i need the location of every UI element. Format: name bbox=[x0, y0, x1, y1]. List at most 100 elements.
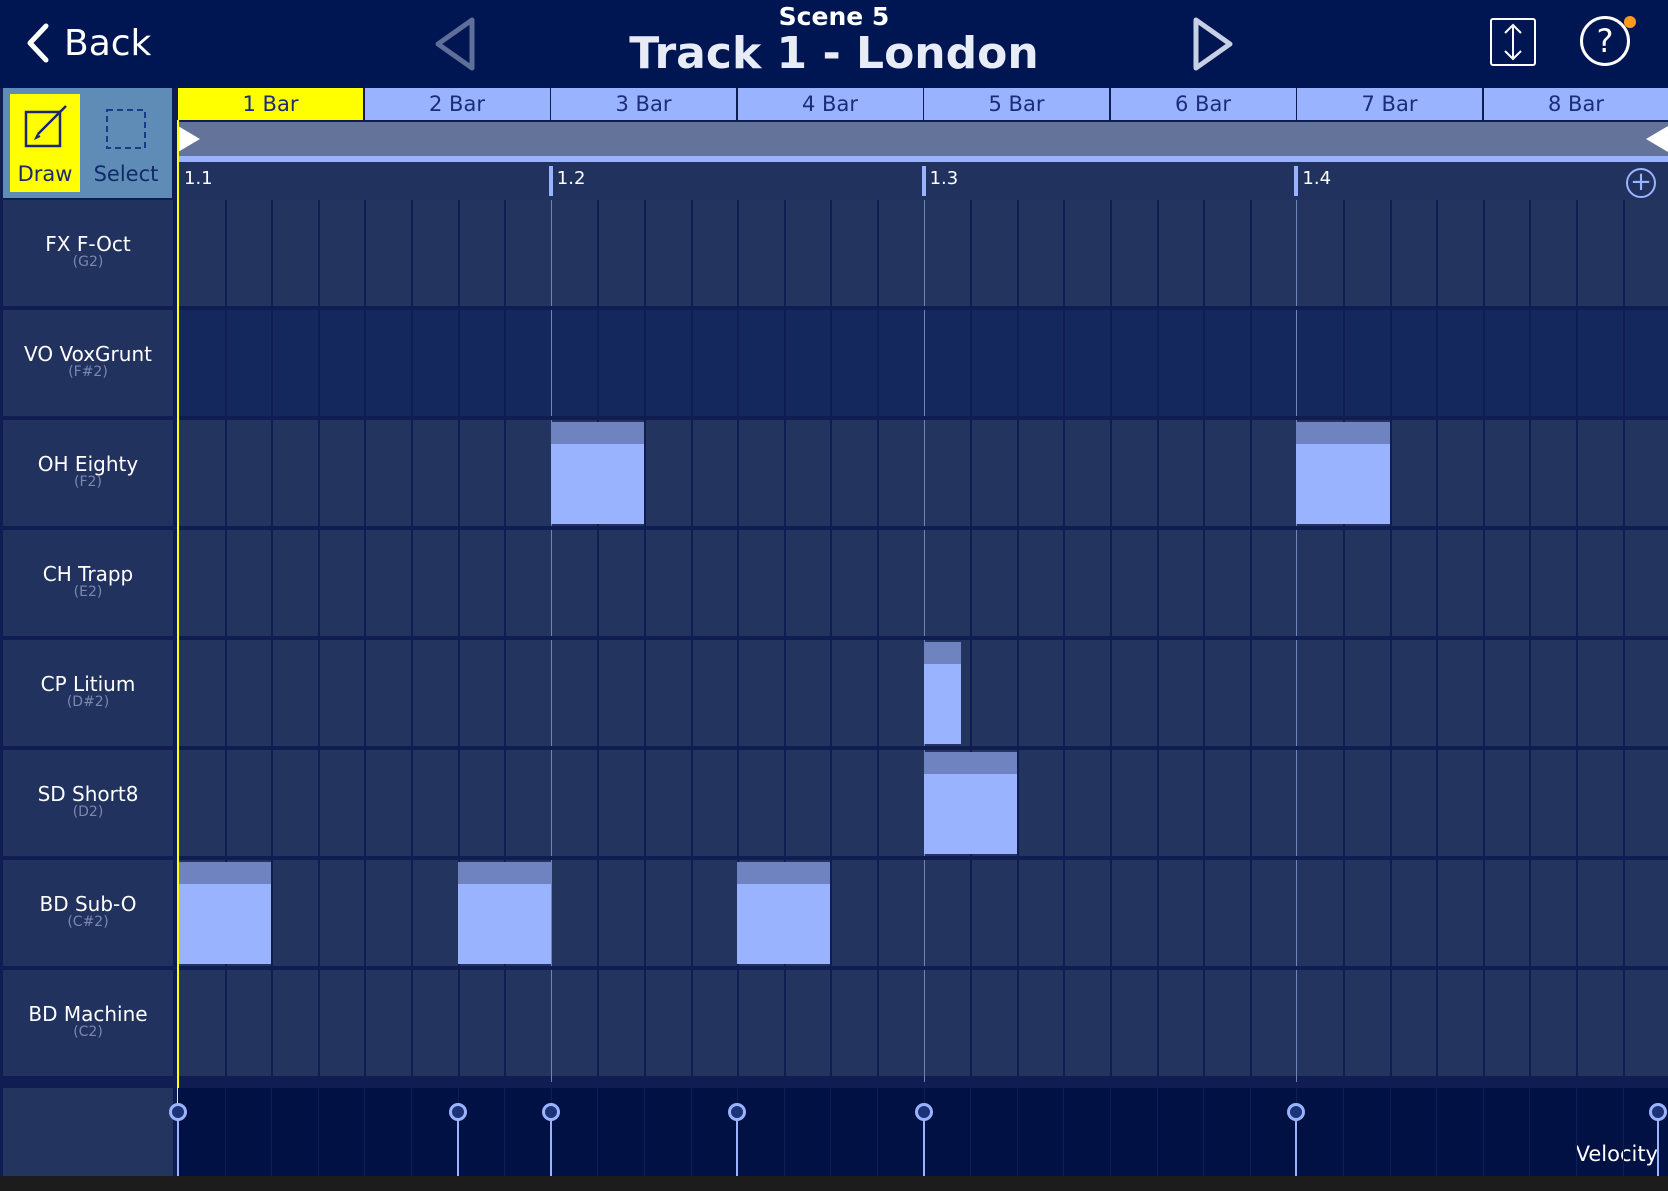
beat-label: 1.3 bbox=[929, 168, 959, 189]
instrument-row-label[interactable]: CH Trapp (E2) bbox=[3, 530, 173, 636]
velocity-step-line bbox=[317, 1088, 319, 1176]
instrument-row-label[interactable]: FX F-Oct (G2) bbox=[3, 200, 173, 306]
step-line bbox=[1203, 200, 1206, 1082]
note-velocity-bar bbox=[1296, 422, 1390, 444]
instrument-name: CP Litium bbox=[40, 672, 136, 696]
note-block[interactable] bbox=[178, 862, 272, 964]
draw-tool-label: Draw bbox=[17, 162, 73, 186]
velocity-step-line bbox=[1063, 1088, 1065, 1176]
instrument-row-label[interactable]: SD Short8 (D2) bbox=[3, 750, 173, 856]
note-block[interactable] bbox=[550, 422, 644, 524]
velocity-handle[interactable] bbox=[448, 1103, 467, 1121]
beat-line bbox=[923, 200, 925, 1082]
step-line bbox=[1016, 200, 1019, 1082]
velocity-stem bbox=[922, 1118, 925, 1176]
velocity-step-line bbox=[1343, 1088, 1344, 1176]
step-line bbox=[364, 200, 367, 1082]
note-block[interactable] bbox=[923, 642, 961, 744]
beat-marker bbox=[921, 166, 926, 196]
beat-marker bbox=[548, 166, 553, 196]
instrument-row-label[interactable]: CP Litium (D#2) bbox=[3, 640, 173, 746]
instrument-name: BD Sub-O bbox=[39, 892, 137, 916]
velocity-lane-header bbox=[3, 1088, 173, 1176]
velocity-step-line bbox=[224, 1088, 226, 1176]
pencil-icon bbox=[24, 105, 67, 148]
bar-tab-2[interactable]: 2 Bar bbox=[364, 88, 550, 120]
instrument-row-label[interactable]: VO VoxGrunt (F#2) bbox=[3, 310, 173, 416]
velocity-lane[interactable]: Velocity bbox=[169, 1088, 1668, 1176]
velocity-handle[interactable] bbox=[914, 1103, 933, 1121]
instrument-pitch: (F2) bbox=[74, 474, 102, 490]
step-line bbox=[1622, 200, 1625, 1082]
note-velocity-bar bbox=[550, 422, 644, 444]
note-block[interactable] bbox=[457, 862, 551, 964]
velocity-step-line bbox=[1576, 1088, 1577, 1176]
bar-tab-3[interactable]: 3 Bar bbox=[551, 88, 736, 120]
bar-tab-5[interactable]: 5 Bar bbox=[924, 88, 1109, 120]
step-line bbox=[877, 200, 879, 1082]
loop-end-handle-icon[interactable] bbox=[1644, 122, 1668, 156]
previous-track-icon[interactable] bbox=[432, 14, 476, 74]
row-divider bbox=[178, 526, 1668, 530]
add-bar-button[interactable]: + bbox=[1626, 168, 1656, 198]
velocity-handle[interactable] bbox=[1287, 1103, 1306, 1121]
row-divider bbox=[178, 966, 1668, 970]
velocity-handle[interactable] bbox=[728, 1103, 747, 1121]
bar-tab-1[interactable]: 1 Bar bbox=[178, 88, 363, 120]
step-line bbox=[271, 200, 274, 1082]
step-line bbox=[411, 200, 413, 1082]
draw-tool-button[interactable]: Draw bbox=[10, 94, 80, 192]
beat-marker bbox=[1294, 166, 1299, 196]
step-line bbox=[1156, 200, 1159, 1082]
bar-tab-6[interactable]: 6 Bar bbox=[1110, 88, 1296, 120]
help-button[interactable]: ? bbox=[1580, 16, 1630, 66]
select-tool-label: Select bbox=[93, 162, 159, 186]
step-line bbox=[1249, 200, 1252, 1082]
velocity-step-line bbox=[970, 1088, 972, 1176]
expand-vertical-button[interactable] bbox=[1490, 18, 1536, 66]
selection-rect-icon bbox=[106, 109, 146, 149]
scene-label: Scene 5 bbox=[778, 2, 890, 31]
next-track-icon[interactable] bbox=[1192, 14, 1236, 74]
velocity-step-line bbox=[1389, 1088, 1391, 1176]
instrument-pitch: (C#2) bbox=[67, 914, 109, 930]
bar-tab-8[interactable]: 8 Bar bbox=[1483, 88, 1668, 120]
note-block[interactable] bbox=[923, 752, 1017, 854]
step-line bbox=[1343, 200, 1345, 1082]
instrument-row-label[interactable]: OH Eighty (F2) bbox=[3, 420, 173, 526]
row-divider bbox=[178, 746, 1668, 750]
instrument-row-label[interactable]: BD Machine (C2) bbox=[3, 970, 173, 1076]
loop-start-handle-icon[interactable] bbox=[178, 122, 202, 156]
beat-label: 1.1 bbox=[184, 168, 213, 189]
bar-tab-4[interactable]: 4 Bar bbox=[737, 88, 923, 120]
instrument-name: CH Trapp bbox=[42, 562, 134, 586]
beat-label: 1.4 bbox=[1302, 168, 1332, 189]
instrument-name: SD Short8 bbox=[37, 782, 139, 806]
instrument-row-label[interactable]: BD Sub-O (C#2) bbox=[3, 860, 173, 966]
step-grid[interactable] bbox=[178, 200, 1668, 1082]
note-velocity-bar bbox=[923, 642, 961, 664]
velocity-stem bbox=[736, 1118, 739, 1176]
tool-panel: Draw Select bbox=[3, 88, 172, 198]
velocity-step-line bbox=[1436, 1088, 1438, 1176]
playhead bbox=[177, 120, 179, 1176]
step-line bbox=[1482, 200, 1485, 1082]
notification-dot bbox=[1624, 16, 1636, 28]
bar-tab-7[interactable]: 7 Bar bbox=[1297, 88, 1482, 120]
step-line bbox=[1063, 200, 1066, 1082]
select-tool-button[interactable]: Select bbox=[91, 94, 161, 192]
velocity-step-line bbox=[364, 1088, 366, 1176]
step-line bbox=[644, 200, 646, 1082]
note-block[interactable] bbox=[1296, 422, 1390, 524]
instrument-pitch: (F#2) bbox=[68, 364, 108, 380]
bar-tabs: 1 Bar 2 Bar 3 Bar 4 Bar 5 Bar 6 Bar 7 Bar 8 Bar bbox=[178, 88, 1668, 120]
track-title: Track 1 - London bbox=[629, 28, 1039, 79]
velocity-handle[interactable] bbox=[541, 1103, 560, 1121]
velocity-step-line bbox=[1110, 1088, 1111, 1176]
note-block[interactable] bbox=[737, 862, 831, 964]
beat-line bbox=[1296, 200, 1298, 1082]
velocity-handle[interactable] bbox=[1649, 1103, 1667, 1121]
loop-range-strip[interactable] bbox=[178, 122, 1668, 156]
velocity-handle[interactable] bbox=[169, 1103, 187, 1121]
velocity-stem bbox=[549, 1118, 552, 1176]
